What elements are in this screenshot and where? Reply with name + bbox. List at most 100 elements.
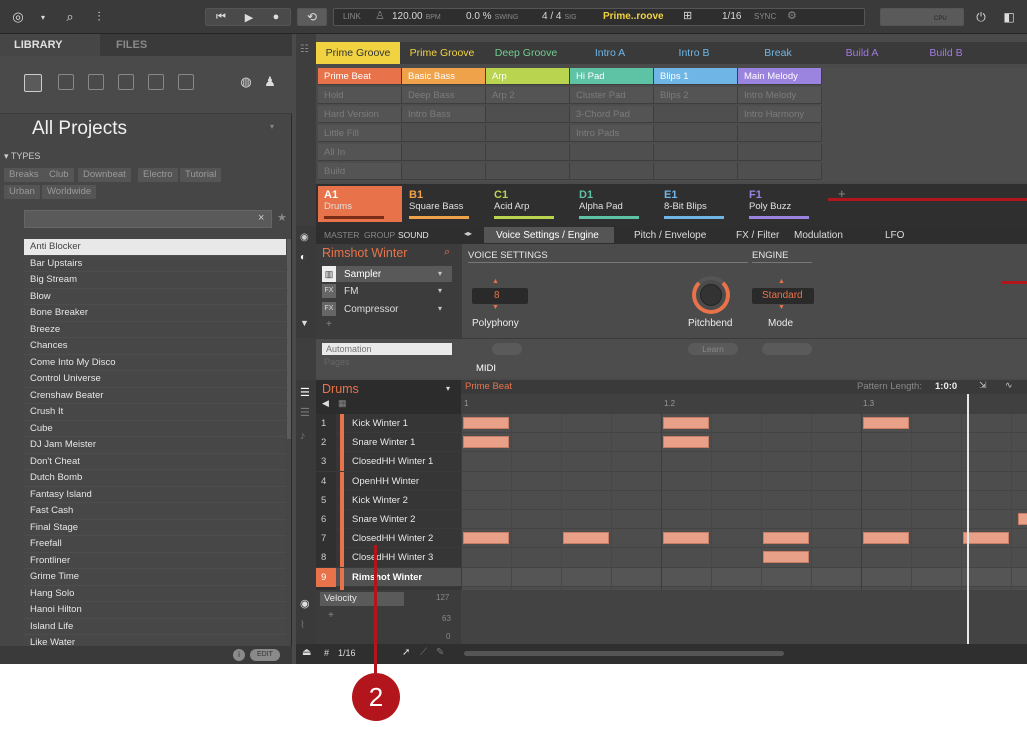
slot-dropdown-icon[interactable]: ▾	[438, 269, 442, 278]
macro-slot[interactable]	[762, 343, 812, 355]
library-item[interactable]: Freefall	[24, 536, 286, 553]
group-b1[interactable]: B1 Square Bass	[403, 186, 487, 222]
pad-6[interactable]: 6 Snare Winter 2	[316, 509, 461, 530]
eject-icon[interactable]: ⏏	[302, 647, 311, 658]
note[interactable]	[763, 551, 809, 564]
library-item[interactable]: Crenshaw Beater	[24, 388, 286, 404]
group-c1[interactable]: C1 Acid Arp	[488, 186, 572, 222]
library-item[interactable]: Crush It	[24, 404, 286, 421]
playhead[interactable]	[967, 394, 969, 646]
factory-content-icon[interactable]: ◍	[238, 72, 254, 92]
type-chip-urban[interactable]: Urban	[4, 185, 40, 199]
group-e1[interactable]: E1 8-Bit Blips	[658, 186, 742, 222]
pattern-editor[interactable]: Prime Beat Pattern Length: 1:0:0 ⇲ ∿ 1 1…	[461, 380, 1027, 644]
clip-basic-bass[interactable]: Basic Bass	[402, 68, 486, 85]
note[interactable]	[1018, 513, 1027, 525]
horizontal-scrollbar[interactable]	[464, 651, 784, 656]
group-f1[interactable]: F1 Poly Buzz	[743, 186, 827, 222]
sound-name[interactable]: Rimshot Winter	[322, 246, 407, 260]
pad-7[interactable]: 7 ClosedHH Winter 2	[316, 529, 461, 549]
zoom-icon[interactable]: ⇲	[979, 380, 987, 391]
velocity-selector[interactable]: Velocity	[320, 592, 404, 606]
pattern-group-name[interactable]: Drums	[322, 382, 359, 396]
library-scrollbar[interactable]	[287, 239, 291, 439]
clip-deep-bass[interactable]: Deep Bass	[402, 87, 486, 104]
pad-4[interactable]: 4 OpenHH Winter	[316, 471, 461, 491]
velocity-lane[interactable]	[461, 590, 1027, 644]
clip-slot[interactable]	[654, 163, 738, 180]
pattern-name[interactable]: Prime..roove	[603, 11, 664, 22]
search-icon[interactable]: ⌕	[60, 7, 80, 27]
scene-7[interactable]: Build A	[820, 42, 904, 64]
clip-intro-bass[interactable]: Intro Bass	[402, 106, 486, 123]
clip-cluster-pad[interactable]: Cluster Pad	[570, 87, 654, 104]
clip-slot[interactable]	[486, 163, 570, 180]
modulation-icon[interactable]: ◉	[300, 597, 310, 610]
clip-slot[interactable]	[486, 106, 570, 123]
waveform-toggle-icon[interactable]: ∿	[1005, 380, 1013, 391]
tab-master[interactable]: MASTER	[324, 230, 359, 240]
add-slot-icon[interactable]: +	[326, 319, 332, 330]
pad-9[interactable]: 9 Rimshot Winter	[316, 567, 461, 587]
link-label[interactable]: LINK	[343, 12, 361, 21]
types-label[interactable]: ▾ TYPES	[4, 151, 40, 162]
library-item[interactable]: Bone Breaker	[24, 305, 286, 322]
instrument-filter-icon[interactable]	[118, 74, 134, 90]
step-grid-value[interactable]: 1/16	[338, 648, 356, 658]
info-icon[interactable]: i	[233, 649, 245, 661]
settings-icon[interactable]: ⚙	[787, 9, 797, 22]
keyboard-mode-icon[interactable]: ◧	[996, 7, 1022, 27]
edit-button[interactable]: EDIT	[250, 649, 280, 661]
pad-8[interactable]: 8 ClosedHH Winter 3	[316, 548, 461, 568]
note[interactable]	[763, 532, 809, 545]
play-icon[interactable]: ▶	[238, 7, 260, 27]
rewind-icon[interactable]: ⏮	[210, 7, 232, 27]
scene-2[interactable]: Prime Groove	[400, 42, 484, 64]
group-a1[interactable]: A1 Drums	[318, 186, 402, 222]
add-lane-icon[interactable]: +	[328, 610, 334, 621]
scene-4[interactable]: Intro A	[568, 42, 652, 64]
pad-3[interactable]: 3 ClosedHH Winter 1	[316, 452, 461, 472]
library-item[interactable]: Final Stage	[24, 520, 286, 536]
scene-3[interactable]: Deep Groove	[484, 42, 568, 64]
type-chip-electro[interactable]: Electro	[138, 168, 178, 182]
library-item[interactable]: Blow	[24, 289, 286, 305]
polyphony-selector[interactable]: ▲ 8 ▼	[472, 278, 528, 311]
clip-slot[interactable]	[402, 125, 486, 142]
clip-slot[interactable]	[738, 144, 822, 161]
tempo-value[interactable]: 120.00 BPM	[392, 11, 441, 22]
clear-search-icon[interactable]: ×	[258, 212, 264, 224]
scene-5[interactable]: Intro B	[652, 42, 736, 64]
clip-arp-2[interactable]: Arp 2	[486, 87, 570, 104]
clip-blips-1[interactable]: Blips 1	[654, 68, 738, 85]
clip-3-chord-pad[interactable]: 3-Chord Pad	[570, 106, 654, 123]
clip-blips-2[interactable]: Blips 2	[654, 87, 738, 104]
pattern-name-label[interactable]: Prime Beat	[465, 381, 512, 392]
pad-1[interactable]: 1 Kick Winter 1	[316, 414, 461, 434]
down-arrow-icon[interactable]: ▼	[492, 304, 499, 311]
power-icon[interactable]: ⏻	[972, 7, 990, 27]
note[interactable]	[463, 417, 509, 429]
maschine-logo-icon[interactable]: ◎	[8, 7, 28, 27]
scene-8[interactable]: Build B	[904, 42, 988, 64]
up-arrow-icon[interactable]: ▲	[492, 278, 499, 285]
draw-tool-icon[interactable]: ⟋	[420, 647, 427, 658]
automation-tab[interactable]: Automation	[322, 343, 452, 355]
clip-intro-harmony[interactable]: Intro Harmony	[738, 106, 822, 123]
note[interactable]	[463, 436, 509, 449]
mode-selector[interactable]: ▲ Standard ▼	[752, 278, 814, 311]
scene-1[interactable]: Prime Groove	[316, 42, 400, 64]
pages-tab[interactable]: Pages	[324, 357, 350, 367]
note[interactable]	[563, 532, 609, 545]
page-tab-pitch[interactable]: Pitch / Envelope	[634, 230, 706, 241]
expand-icon[interactable]: ▼	[300, 318, 309, 328]
clip-hard-version[interactable]: Hard Version	[318, 106, 402, 123]
page-nav-icon[interactable]: ◂▸	[464, 229, 472, 238]
speaker-icon[interactable]: ◀	[322, 398, 329, 409]
project-filter-icon[interactable]	[24, 74, 42, 92]
library-item[interactable]: Cube	[24, 421, 286, 437]
group-filter-icon[interactable]	[58, 74, 74, 90]
note[interactable]	[963, 532, 1009, 545]
group-view-icon[interactable]: ☰	[300, 386, 310, 399]
clip-little-fill[interactable]: Little Fill	[318, 125, 402, 142]
